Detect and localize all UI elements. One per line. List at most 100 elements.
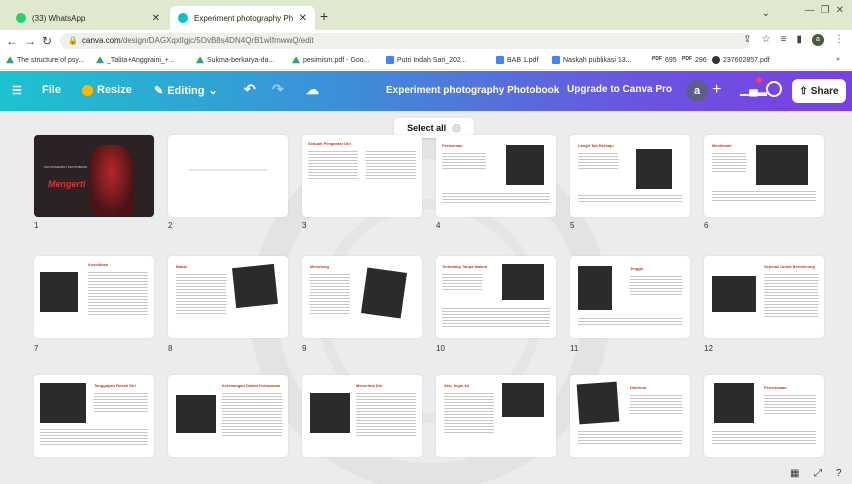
editing-dropdown[interactable]: ✎ Editing ⌄ bbox=[154, 84, 218, 98]
bookmark-item[interactable]: BAB 1.pdf bbox=[496, 56, 539, 64]
cover-title: Mengerti bbox=[48, 179, 86, 189]
file-menu[interactable]: File bbox=[42, 84, 61, 96]
forward-icon[interactable]: → bbox=[24, 34, 36, 48]
menu-icon[interactable]: ☰ bbox=[12, 84, 22, 97]
photo bbox=[232, 263, 278, 309]
bookmark-item[interactable]: 237602857.pdf bbox=[712, 56, 770, 64]
page-number: 4 bbox=[436, 221, 441, 230]
page-number: 9 bbox=[302, 344, 307, 353]
bookmark-label: pesimism.pdf - Goo... bbox=[303, 56, 370, 64]
page-thumbnail[interactable]: Terhalang Tanpa Makna bbox=[436, 256, 556, 338]
bookmark-item[interactable]: PDF 695 bbox=[652, 56, 677, 64]
photo bbox=[40, 272, 78, 312]
page-title: Menolong bbox=[310, 264, 329, 269]
url-path: /design/DAGXqxlIgjc/5OvB8s4DN4QrB1wIfmww… bbox=[120, 36, 314, 45]
bookmark-label: Putri Indah Sari_202... bbox=[397, 56, 467, 64]
tab-whatsapp[interactable]: (33) WhatsApp ✕ bbox=[8, 6, 168, 30]
upgrade-label: Upgrade to Canva Pro bbox=[567, 84, 673, 95]
page-grid-canvas: Select all ◎ PHOTOGRAPHY PHOTOBOOK Menge… bbox=[0, 111, 852, 484]
page-thumbnail[interactable]: Ketenangan Dalam Kekacauan bbox=[168, 375, 288, 457]
close-icon[interactable]: ✕ bbox=[299, 13, 307, 24]
page-title: Sejenak Untuk Bermenung bbox=[764, 264, 815, 269]
tab-label: (33) WhatsApp bbox=[32, 13, 86, 23]
page-thumbnail[interactable]: Menikmati bbox=[704, 135, 824, 217]
bookmark-item[interactable]: Putri Indah Sari_202... bbox=[386, 56, 467, 64]
page-thumbnail[interactable]: Tanggapan Resah Diri bbox=[34, 375, 154, 457]
bookmark-item[interactable]: pesimism.pdf - Goo... bbox=[292, 56, 370, 64]
profile-avatar[interactable]: a bbox=[812, 34, 824, 46]
back-icon[interactable]: ← bbox=[6, 34, 18, 48]
redo-icon[interactable]: ↷ bbox=[272, 81, 284, 98]
double-chevron-icon: » bbox=[836, 56, 840, 63]
close-window-icon[interactable]: ✕ bbox=[836, 5, 844, 16]
bookmark-label: 237602857.pdf bbox=[723, 56, 770, 64]
page-thumbnail[interactable]: Kesedihan bbox=[34, 256, 154, 338]
page-thumbnail[interactable]: Menerima Diri bbox=[302, 375, 422, 457]
bookmarks-bar: The structure of psy... _Talita+Anggrain… bbox=[0, 52, 852, 70]
reading-list-icon[interactable]: ≡ bbox=[781, 34, 787, 46]
photo bbox=[310, 393, 350, 433]
chrome-icon bbox=[712, 56, 720, 64]
reload-icon[interactable]: ↻ bbox=[42, 34, 52, 48]
page-title: Terhalang Tanpa Makna bbox=[442, 264, 487, 269]
resize-button[interactable]: Resize bbox=[82, 84, 132, 96]
canva-toolbar: ☰ File Resize ✎ Editing ⌄ ↶ ↷ ☁ Experime… bbox=[0, 71, 852, 111]
star-icon[interactable]: ☆ bbox=[762, 34, 771, 46]
document-title[interactable]: Experiment photography Photobook bbox=[386, 85, 559, 96]
tab-canva[interactable]: Experiment photography Photob ✕ bbox=[170, 6, 315, 30]
page-thumbnail[interactable]: Penerimaan bbox=[704, 375, 824, 457]
cloud-save-icon[interactable]: ☁ bbox=[306, 82, 319, 98]
select-all-label: Select all bbox=[407, 123, 447, 133]
page-title: Menikmati bbox=[712, 143, 732, 148]
close-icon[interactable]: ✕ bbox=[152, 13, 160, 24]
page-thumbnail[interactable]: PHOTOGRAPHY PHOTOBOOK Mengerti bbox=[34, 135, 154, 217]
minimize-icon[interactable]: — bbox=[805, 5, 815, 16]
sidepanel-icon[interactable]: ▮ bbox=[796, 34, 802, 46]
document-icon bbox=[386, 56, 394, 64]
page-thumbnail[interactable]: Bakal bbox=[168, 256, 288, 338]
page-thumbnail[interactable]: Menolong bbox=[302, 256, 422, 338]
chevron-down-icon[interactable]: ⌄ bbox=[762, 8, 770, 19]
bookmark-item[interactable]: Sukma-berkarya-da... bbox=[196, 56, 274, 64]
bookmark-item[interactable]: Naskah publikasi 13... bbox=[552, 56, 631, 64]
page-number: 11 bbox=[570, 344, 579, 353]
share-button[interactable]: ⇧ Share bbox=[792, 79, 846, 103]
page-thumbnail[interactable]: Aku, Ingin Ini bbox=[436, 375, 556, 457]
page-thumbnail[interactable]: Pertemuan bbox=[436, 135, 556, 217]
user-avatar[interactable]: a bbox=[686, 80, 708, 102]
page-title: Kesedihan bbox=[88, 262, 109, 267]
maximize-icon[interactable]: ❐ bbox=[821, 5, 830, 16]
bookmark-label: Sukma-berkarya-da... bbox=[207, 56, 275, 64]
address-bar-row: ← → ↻ 🔒 canva.com/design/DAGXqxlIgjc/5Ov… bbox=[0, 30, 852, 52]
undo-icon[interactable]: ↶ bbox=[244, 81, 256, 98]
bookmark-item[interactable]: The structure of psy... bbox=[6, 56, 84, 64]
add-collaborator-button[interactable]: + bbox=[712, 81, 721, 99]
pencil-icon: ✎ bbox=[154, 85, 164, 97]
grid-view-icon[interactable]: ▦ bbox=[790, 468, 799, 479]
cover-subtitle: PHOTOGRAPHY PHOTOBOOK bbox=[44, 165, 88, 169]
pdf-icon: PDF bbox=[682, 56, 692, 62]
page-thumbnail[interactable]: Diterima bbox=[570, 375, 690, 457]
bookmark-label: The structure of psy... bbox=[17, 56, 85, 64]
upgrade-button[interactable]: Upgrade to Canva Pro bbox=[563, 84, 672, 95]
comment-icon[interactable] bbox=[766, 81, 782, 97]
page-number: 5 bbox=[570, 221, 575, 230]
share-label: Share bbox=[810, 85, 839, 97]
crown-icon bbox=[82, 84, 93, 96]
bookmarks-overflow[interactable]: » bbox=[836, 56, 840, 63]
fullscreen-icon[interactable]: ⤢ bbox=[814, 468, 822, 479]
help-icon[interactable]: ? bbox=[836, 468, 842, 479]
url-input[interactable]: 🔒 canva.com/design/DAGXqxlIgjc/5OvB8s4DN… bbox=[60, 33, 750, 49]
more-icon[interactable]: ⋮ bbox=[834, 34, 844, 46]
bookmark-item[interactable]: _Talita+Anggraini_+... bbox=[96, 56, 175, 64]
page-thumbnail[interactable]: Sebuah Pengantar Diri bbox=[302, 135, 422, 217]
page-thumbnail[interactable] bbox=[168, 135, 288, 217]
share-page-icon[interactable]: ⇪ bbox=[743, 34, 751, 46]
bookmark-item[interactable]: PDF 296 bbox=[682, 56, 707, 64]
insights-icon[interactable]: ▁▄▂ bbox=[740, 82, 767, 96]
page-thumbnail[interactable]: Langit Tak Berhaju bbox=[570, 135, 690, 217]
new-tab-button[interactable]: + bbox=[320, 8, 328, 24]
page-thumbnail[interactable]: Jingga bbox=[570, 256, 690, 338]
page-thumbnail[interactable]: Sejenak Untuk Bermenung bbox=[704, 256, 824, 338]
upload-icon: ⇧ bbox=[799, 85, 808, 97]
